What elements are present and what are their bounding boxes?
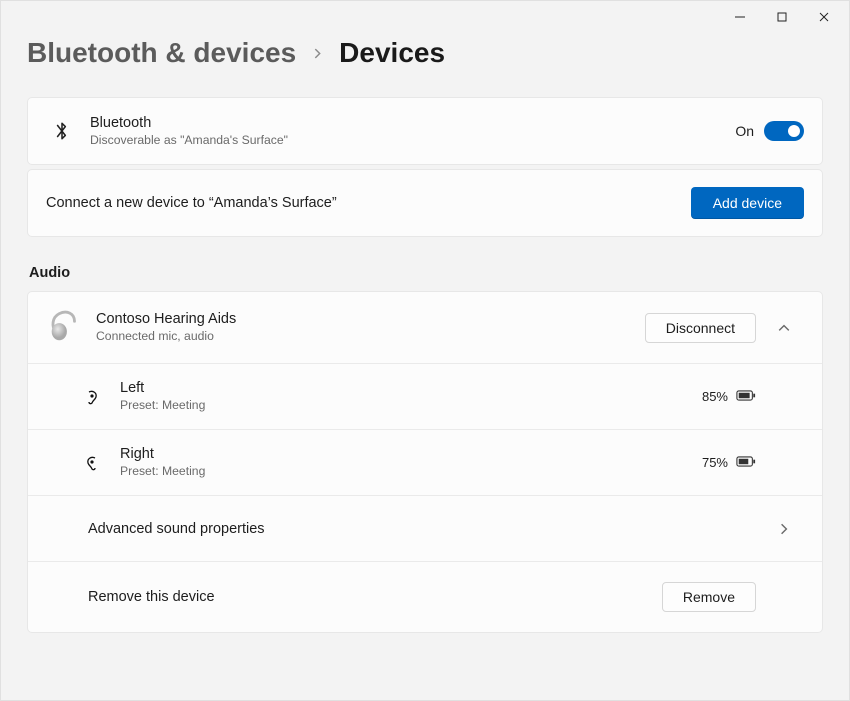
device-left-row[interactable]: Left Preset: Meeting 85% [28, 363, 822, 429]
bluetooth-state-label: On [735, 123, 754, 139]
remove-device-label: Remove this device [88, 589, 215, 605]
battery-icon [736, 455, 756, 470]
maximize-button[interactable] [761, 2, 803, 32]
device-card: Contoso Hearing Aids Connected mic, audi… [27, 291, 823, 633]
minimize-button[interactable] [719, 2, 761, 32]
chevron-up-icon[interactable] [764, 322, 804, 334]
remove-button[interactable]: Remove [662, 582, 756, 612]
advanced-sound-row[interactable]: Advanced sound properties [28, 495, 822, 561]
breadcrumb-parent[interactable]: Bluetooth & devices [27, 37, 296, 69]
add-device-button[interactable]: Add device [691, 187, 804, 219]
bluetooth-toggle[interactable] [764, 121, 804, 141]
right-preset: Preset: Meeting [120, 464, 205, 480]
bluetooth-icon [46, 120, 78, 142]
disconnect-button[interactable]: Disconnect [645, 313, 756, 343]
device-header-row[interactable]: Contoso Hearing Aids Connected mic, audi… [28, 292, 822, 363]
device-status: Connected mic, audio [96, 329, 236, 345]
ear-right-icon [76, 455, 108, 471]
bluetooth-title: Bluetooth [90, 114, 288, 132]
ear-left-icon [76, 389, 108, 405]
bluetooth-subtitle: Discoverable as "Amanda's Surface" [90, 133, 288, 149]
left-battery-text: 85% [702, 389, 728, 404]
advanced-sound-label: Advanced sound properties [88, 521, 265, 537]
chevron-right-icon [312, 43, 323, 64]
remove-device-row: Remove this device Remove [28, 561, 822, 632]
breadcrumb: Bluetooth & devices Devices [27, 37, 823, 69]
battery-icon [736, 389, 756, 404]
right-name: Right [120, 445, 205, 463]
right-battery-text: 75% [702, 455, 728, 470]
breadcrumb-current: Devices [339, 37, 445, 69]
close-button[interactable] [803, 2, 845, 32]
device-right-row[interactable]: Right Preset: Meeting 75% [28, 429, 822, 495]
left-name: Left [120, 379, 205, 397]
connect-text: Connect a new device to “Amanda’s Surfac… [46, 195, 337, 211]
connect-card: Connect a new device to “Amanda’s Surfac… [27, 169, 823, 237]
chevron-right-icon [764, 523, 804, 535]
audio-section-label: Audio [29, 265, 823, 281]
window-titlebar [1, 1, 849, 33]
bluetooth-card: Bluetooth Discoverable as "Amanda's Surf… [27, 97, 823, 165]
hearing-aid-icon [46, 306, 84, 349]
left-preset: Preset: Meeting [120, 398, 205, 414]
device-name: Contoso Hearing Aids [96, 310, 236, 328]
